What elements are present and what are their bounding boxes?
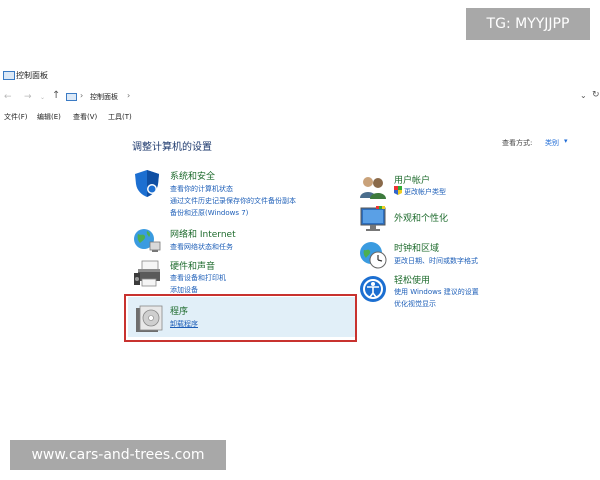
- address-control-panel-icon: [66, 93, 77, 101]
- control-panel-icon: [3, 71, 15, 80]
- link-devices-printers[interactable]: 查看设备和打印机: [170, 273, 226, 283]
- appearance-monitor-icon[interactable]: [358, 204, 388, 234]
- up-arrow-icon[interactable]: ↑: [52, 91, 60, 101]
- category-network-internet[interactable]: 网络和 Internet: [170, 227, 236, 240]
- address-separator-icon[interactable]: ›: [80, 91, 83, 100]
- category-hardware-sound[interactable]: 硬件和声音: [170, 259, 215, 272]
- link-change-account-type[interactable]: 更改帐户类型: [404, 187, 446, 197]
- link-network-status[interactable]: 查看网络状态和任务: [170, 242, 233, 252]
- menu-tools[interactable]: 工具(T): [108, 112, 132, 122]
- address-dropdown-icon[interactable]: ⌄: [580, 91, 587, 100]
- address-path[interactable]: 控制面板: [90, 92, 118, 102]
- link-change-date-time[interactable]: 更改日期、时间或数字格式: [394, 256, 478, 266]
- link-file-history-backup[interactable]: 通过文件历史记录保存你的文件备份副本: [170, 196, 296, 206]
- network-globe-icon[interactable]: [132, 225, 162, 255]
- link-windows-recommended-settings[interactable]: 使用 Windows 建议的设置: [394, 287, 479, 297]
- recent-dropdown-icon[interactable]: ⌄: [40, 93, 45, 103]
- view-by-dropdown-icon[interactable]: ▾: [564, 137, 568, 145]
- uac-shield-icon: [394, 186, 402, 195]
- clock-region-icon[interactable]: [358, 240, 388, 270]
- view-by-select[interactable]: 类别: [545, 138, 559, 148]
- category-ease-of-access[interactable]: 轻松使用: [394, 273, 430, 286]
- back-arrow-icon[interactable]: ←: [4, 92, 12, 102]
- watermark-bottom: www.cars-and-trees.com: [10, 440, 226, 470]
- link-backup-restore[interactable]: 备份和还原(Windows 7): [170, 208, 248, 218]
- address-chevron-icon[interactable]: ›: [127, 91, 130, 100]
- watermark-top: TG: MYYJJPP: [466, 8, 590, 40]
- forward-arrow-icon[interactable]: →: [24, 92, 32, 102]
- window-title: 控制面板: [16, 71, 48, 80]
- security-shield-icon[interactable]: [132, 168, 162, 198]
- category-appearance[interactable]: 外观和个性化: [394, 211, 448, 224]
- annotation-highlight-box: [124, 294, 357, 342]
- title-bar: [0, 66, 600, 86]
- link-view-computer-status[interactable]: 查看你的计算机状态: [170, 184, 233, 194]
- view-by-label: 查看方式:: [502, 139, 533, 147]
- page-heading: 调整计算机的设置: [132, 142, 212, 153]
- menu-file[interactable]: 文件(F): [4, 112, 28, 122]
- menu-edit[interactable]: 编辑(E): [37, 112, 61, 122]
- menu-view[interactable]: 查看(V): [73, 112, 97, 122]
- link-optimize-visual-display[interactable]: 优化视觉显示: [394, 299, 436, 309]
- refresh-icon[interactable]: ↻: [592, 90, 600, 100]
- ease-of-access-icon[interactable]: [358, 274, 388, 304]
- category-system-security[interactable]: 系统和安全: [170, 169, 215, 182]
- printer-hardware-icon[interactable]: [132, 259, 162, 289]
- category-user-accounts[interactable]: 用户帐户: [394, 173, 430, 186]
- category-clock-region[interactable]: 时钟和区域: [394, 241, 439, 254]
- user-accounts-icon[interactable]: [358, 172, 388, 202]
